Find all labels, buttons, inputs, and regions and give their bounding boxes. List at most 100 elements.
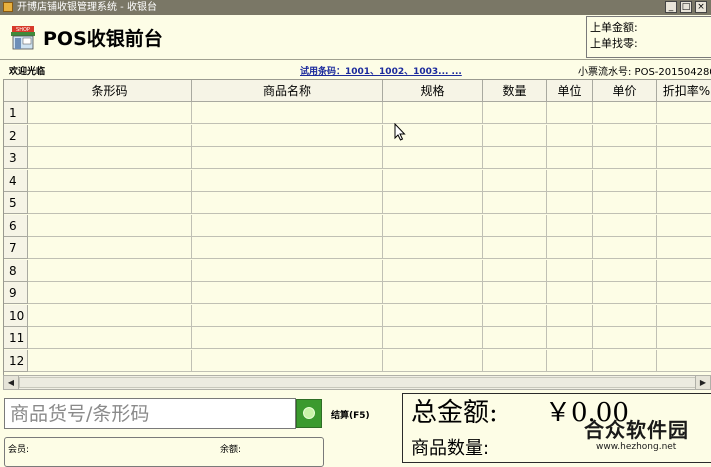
column-header[interactable]: 折扣率% bbox=[657, 80, 711, 102]
grid-cell[interactable] bbox=[28, 147, 192, 169]
grid-cell[interactable] bbox=[547, 102, 593, 124]
grid-cell[interactable] bbox=[192, 327, 383, 349]
grid-cell[interactable] bbox=[547, 124, 593, 147]
row-number[interactable]: 8 bbox=[4, 259, 28, 282]
barcode-input[interactable] bbox=[4, 398, 296, 429]
grid-cell[interactable] bbox=[28, 214, 192, 237]
row-number[interactable]: 2 bbox=[4, 124, 28, 147]
trial-barcodes-link[interactable]: 试用条码：1001、1002、1003... ... bbox=[300, 64, 462, 77]
grid-cell[interactable] bbox=[483, 124, 547, 147]
column-header[interactable]: 数量 bbox=[483, 80, 547, 102]
grid-cell[interactable] bbox=[593, 282, 657, 304]
grid-cell[interactable] bbox=[657, 350, 711, 372]
sales-grid[interactable]: 条形码 商品名称 规格 数量 单位 单价 折扣率% 1 2 3 4 5 6 7 8 9 10 11 12 bbox=[3, 79, 711, 375]
grid-cell[interactable] bbox=[593, 349, 657, 372]
close-button[interactable]: × bbox=[695, 1, 707, 13]
grid-cell[interactable] bbox=[547, 169, 593, 192]
grid-cell[interactable] bbox=[657, 305, 711, 327]
grid-cell[interactable] bbox=[28, 124, 192, 147]
grid-cell[interactable] bbox=[483, 237, 547, 259]
column-header[interactable]: 条形码 bbox=[28, 80, 192, 102]
row-number[interactable]: 11 bbox=[4, 327, 28, 349]
grid-cell[interactable] bbox=[192, 237, 383, 259]
maximize-button[interactable]: □ bbox=[680, 1, 692, 13]
grid-cell[interactable] bbox=[383, 282, 483, 304]
grid-cell[interactable] bbox=[192, 304, 383, 327]
row-number[interactable]: 9 bbox=[4, 282, 28, 304]
column-header[interactable]: 规格 bbox=[383, 80, 483, 102]
grid-cell[interactable] bbox=[192, 169, 383, 192]
grid-cell[interactable] bbox=[383, 102, 483, 124]
grid-cell[interactable] bbox=[483, 192, 547, 214]
grid-cell[interactable] bbox=[483, 304, 547, 327]
grid-cell[interactable] bbox=[383, 237, 483, 259]
grid-cell[interactable] bbox=[192, 147, 383, 169]
row-number[interactable]: 5 bbox=[4, 192, 28, 214]
grid-cell[interactable] bbox=[593, 259, 657, 282]
grid-cell[interactable] bbox=[483, 282, 547, 304]
grid-cell[interactable] bbox=[657, 147, 711, 169]
scroll-left-icon[interactable]: ◀ bbox=[4, 376, 19, 389]
scroll-right-icon[interactable]: ▶ bbox=[695, 376, 710, 389]
grid-cell[interactable] bbox=[192, 102, 383, 124]
column-header[interactable]: 商品名称 bbox=[192, 80, 383, 102]
grid-cell[interactable] bbox=[657, 215, 711, 237]
grid-cell[interactable] bbox=[192, 282, 383, 304]
grid-cell[interactable] bbox=[657, 282, 711, 304]
grid-cell[interactable] bbox=[483, 102, 547, 124]
row-number[interactable]: 3 bbox=[4, 147, 28, 169]
settle-button[interactable]: 结算(F5) bbox=[331, 408, 370, 421]
grid-cell[interactable] bbox=[547, 259, 593, 282]
grid-cell[interactable] bbox=[657, 260, 711, 282]
grid-cell[interactable] bbox=[547, 282, 593, 304]
row-number[interactable]: 12 bbox=[4, 349, 28, 372]
grid-cell[interactable] bbox=[593, 124, 657, 147]
grid-cell[interactable] bbox=[483, 327, 547, 349]
scroll-thumb[interactable] bbox=[19, 377, 699, 388]
grid-cell[interactable] bbox=[192, 349, 383, 372]
grid-cell[interactable] bbox=[483, 147, 547, 169]
grid-cell[interactable] bbox=[28, 237, 192, 259]
grid-cell[interactable] bbox=[657, 237, 711, 259]
grid-cell[interactable] bbox=[28, 327, 192, 349]
grid-cell[interactable] bbox=[383, 349, 483, 372]
grid-cell[interactable] bbox=[192, 259, 383, 282]
grid-cell[interactable] bbox=[28, 304, 192, 327]
grid-cell[interactable] bbox=[483, 349, 547, 372]
grid-cell[interactable] bbox=[383, 304, 483, 327]
row-number[interactable]: 4 bbox=[4, 169, 28, 192]
minimize-button[interactable]: _ bbox=[665, 1, 677, 13]
grid-cell[interactable] bbox=[547, 349, 593, 372]
grid-cell[interactable] bbox=[657, 192, 711, 214]
grid-cell[interactable] bbox=[28, 259, 192, 282]
grid-cell[interactable] bbox=[192, 214, 383, 237]
grid-cell[interactable] bbox=[657, 327, 711, 349]
grid-cell[interactable] bbox=[383, 327, 483, 349]
row-number[interactable]: 10 bbox=[4, 304, 28, 327]
grid-cell[interactable] bbox=[593, 169, 657, 192]
grid-cell[interactable] bbox=[593, 147, 657, 169]
grid-cell[interactable] bbox=[593, 192, 657, 214]
grid-cell[interactable] bbox=[383, 147, 483, 169]
grid-cell[interactable] bbox=[483, 169, 547, 192]
grid-cell[interactable] bbox=[547, 192, 593, 214]
grid-cell[interactable] bbox=[593, 102, 657, 124]
green-ok-icon[interactable] bbox=[296, 399, 322, 428]
grid-cell[interactable] bbox=[383, 214, 483, 237]
grid-cell[interactable] bbox=[383, 259, 483, 282]
row-number[interactable]: 7 bbox=[4, 237, 28, 259]
grid-cell[interactable] bbox=[28, 192, 192, 214]
grid-cell[interactable] bbox=[547, 304, 593, 327]
grid-cell[interactable] bbox=[483, 214, 547, 237]
grid-cell[interactable] bbox=[28, 102, 192, 124]
grid-cell[interactable] bbox=[593, 304, 657, 327]
grid-cell[interactable] bbox=[593, 327, 657, 349]
grid-cell[interactable] bbox=[383, 169, 483, 192]
grid-cell[interactable] bbox=[547, 237, 593, 259]
grid-cell[interactable] bbox=[547, 327, 593, 349]
row-number[interactable]: 6 bbox=[4, 214, 28, 237]
grid-cell[interactable] bbox=[657, 125, 711, 147]
grid-cell[interactable] bbox=[547, 147, 593, 169]
grid-cell[interactable] bbox=[657, 102, 711, 124]
grid-cell[interactable] bbox=[28, 282, 192, 304]
